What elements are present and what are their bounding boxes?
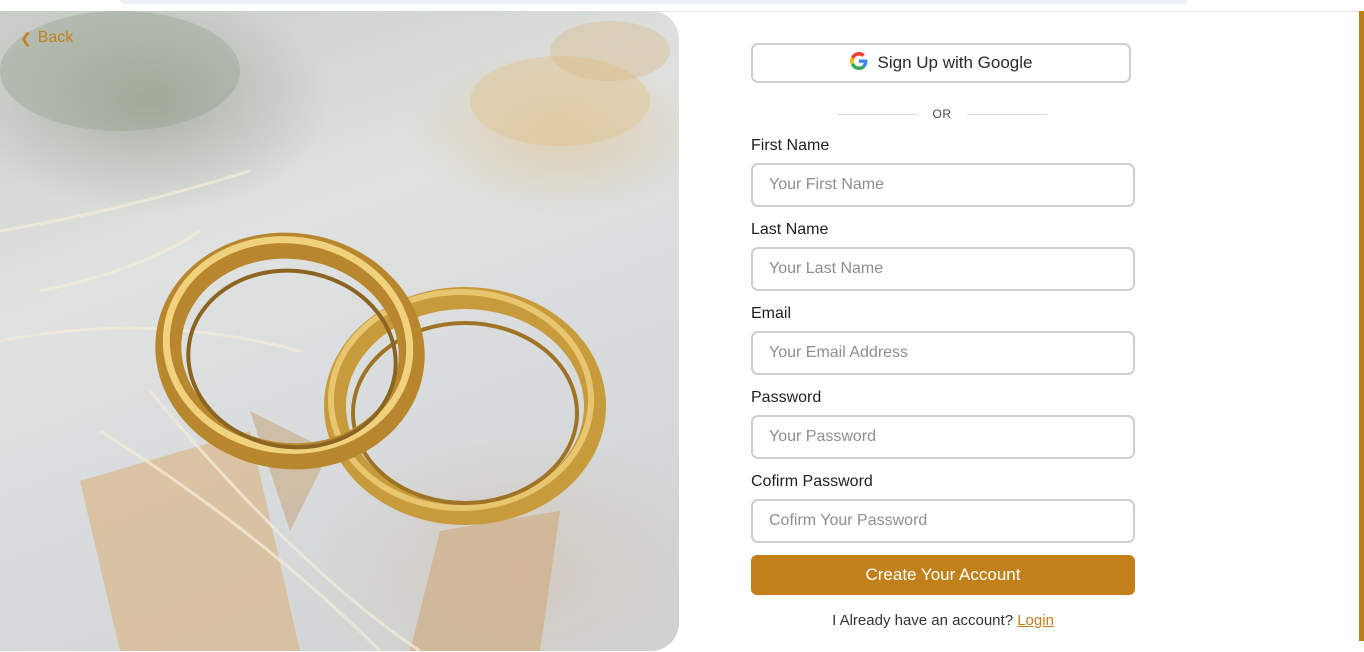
create-account-button[interactable]: Create Your Account	[751, 555, 1135, 595]
rings-illustration	[0, 11, 670, 651]
wedding-rings-photo: ❮ Back	[0, 11, 679, 651]
password-input[interactable]	[753, 417, 1133, 457]
back-label: Back	[37, 29, 74, 46]
email-field-box	[751, 331, 1135, 375]
confirm-password-field-box	[751, 499, 1135, 543]
login-link[interactable]: Login	[1017, 612, 1054, 629]
google-button-label: Sign Up with Google	[877, 53, 1033, 72]
confirm-password-input[interactable]	[753, 501, 1133, 541]
back-link[interactable]: ❮ Back	[20, 29, 73, 47]
first-name-input[interactable]	[753, 165, 1133, 205]
password-field-box	[751, 415, 1135, 459]
email-label: Email	[751, 305, 792, 322]
or-divider: OR	[837, 106, 1047, 124]
first-name-field-box	[751, 163, 1135, 207]
scrollbar[interactable]	[1359, 11, 1364, 641]
google-icon	[849, 51, 868, 75]
divider-line-right	[967, 114, 1047, 115]
first-name-label: First Name	[751, 137, 830, 154]
last-name-label: Last Name	[751, 221, 829, 238]
address-bar-edge	[120, 0, 1188, 4]
login-prompt-text: I Already have an account?	[832, 612, 1014, 629]
login-prompt: I Already have an account? Login	[751, 612, 1135, 629]
last-name-input[interactable]	[753, 249, 1133, 289]
confirm-password-label: Cofirm Password	[751, 473, 873, 490]
last-name-field-box	[751, 247, 1135, 291]
password-label: Password	[751, 389, 822, 406]
chevron-left-icon: ❮	[20, 30, 32, 46]
google-signup-button[interactable]: Sign Up with Google	[751, 43, 1131, 83]
email-input[interactable]	[753, 333, 1133, 373]
